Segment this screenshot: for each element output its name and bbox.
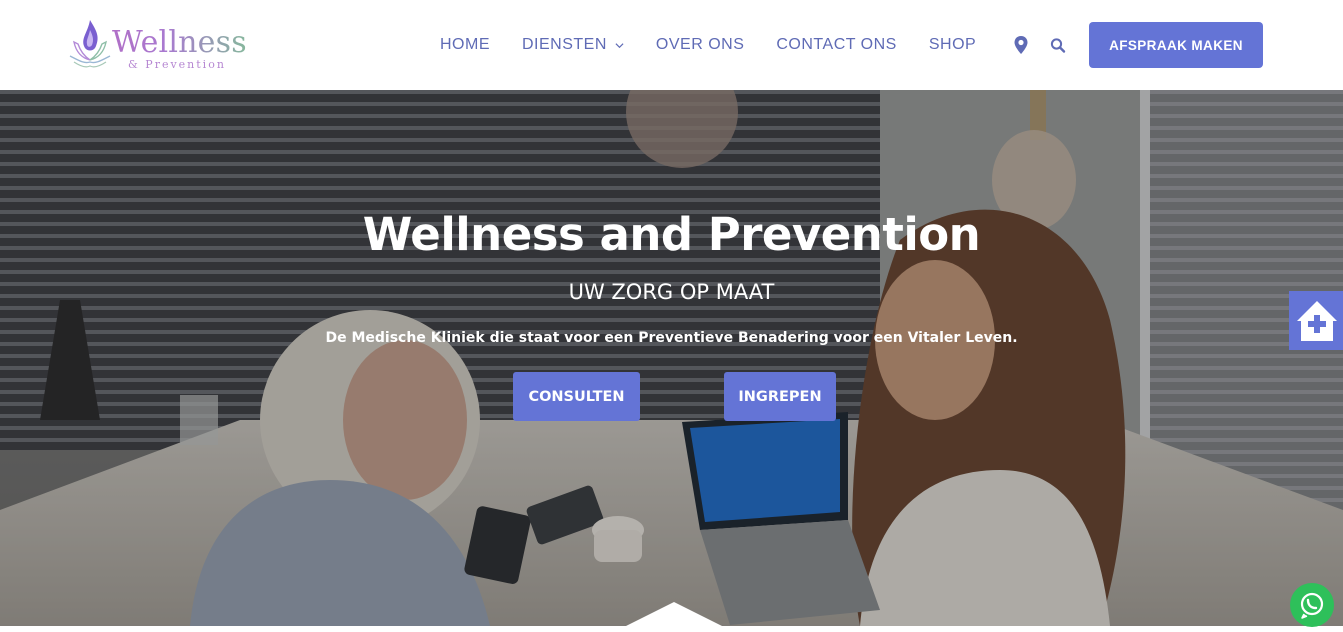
logo-tagline: & Prevention	[128, 58, 226, 71]
book-appointment-button[interactable]: AFSPRAAK MAKEN	[1089, 22, 1263, 68]
lotus-flame-icon	[69, 20, 111, 68]
nav-label: SHOP	[928, 36, 977, 53]
consulten-button[interactable]: CONSULTEN	[513, 372, 640, 421]
side-appointment-tab[interactable]	[1289, 291, 1343, 350]
ingrepen-button[interactable]: INGREPEN	[724, 372, 836, 421]
nav-item-diensten[interactable]: DIENSTEN	[522, 36, 624, 54]
hero-subtitle: UW ZORG OP MAAT	[568, 280, 775, 304]
logo-wordmark: Wellness	[112, 25, 247, 60]
nav-label: DIENSTEN	[522, 36, 607, 53]
chevron-down-icon	[615, 42, 624, 48]
whatsapp-icon	[1300, 592, 1324, 619]
location-pin-icon[interactable]	[1012, 35, 1030, 55]
nav-label: HOME	[440, 36, 490, 53]
house-medical-icon	[1297, 301, 1337, 341]
nav-item-over-ons[interactable]: OVER ONS	[656, 36, 744, 54]
site-logo[interactable]: Wellness & Prevention	[66, 16, 256, 76]
nav-item-contact-ons[interactable]: CONTACT ONS	[776, 36, 896, 54]
main-navigation: HOME DIENSTEN OVER ONS CONTACT ONS SHOP	[440, 34, 1008, 56]
nav-item-home[interactable]: HOME	[440, 36, 490, 54]
nav-label: CONTACT ONS	[776, 36, 897, 53]
hero-section: Wellness and Prevention UW ZORG OP MAAT …	[0, 90, 1343, 626]
site-header: Wellness & Prevention HOME DIENSTEN OVER…	[0, 0, 1343, 90]
section-divider-notch	[626, 602, 722, 626]
nav-label: OVER ONS	[655, 36, 745, 53]
whatsapp-chat-button[interactable]	[1290, 583, 1334, 627]
search-icon[interactable]	[1049, 35, 1067, 55]
nav-item-shop[interactable]: SHOP	[929, 36, 976, 54]
hero-tagline: De Medische Kliniek die staat voor een P…	[325, 330, 1018, 346]
hero-title: Wellness and Prevention	[362, 208, 981, 261]
hero-dim-overlay	[0, 90, 1343, 626]
